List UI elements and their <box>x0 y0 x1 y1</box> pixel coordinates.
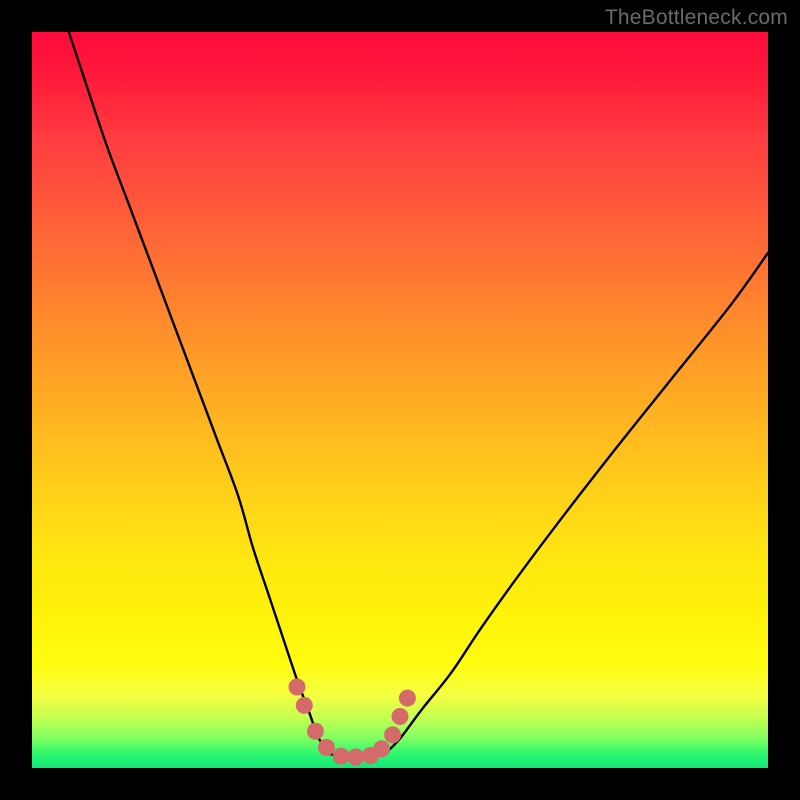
highlight-dot <box>318 739 335 756</box>
highlight-dot <box>399 690 416 707</box>
chart-frame: TheBottleneck.com <box>0 0 800 800</box>
highlight-dot <box>296 697 313 714</box>
watermark-text: TheBottleneck.com <box>605 6 788 30</box>
curve-layer <box>32 32 768 768</box>
plot-area <box>32 32 768 768</box>
bottleneck-curve <box>69 32 768 759</box>
highlight-dot <box>347 749 364 766</box>
highlight-dot <box>307 723 324 740</box>
highlight-dot <box>289 679 306 696</box>
highlight-dot <box>333 748 350 765</box>
highlight-dot <box>392 708 409 725</box>
highlight-dot <box>384 726 401 743</box>
highlight-dot <box>373 740 390 757</box>
highlight-dots <box>289 679 416 766</box>
